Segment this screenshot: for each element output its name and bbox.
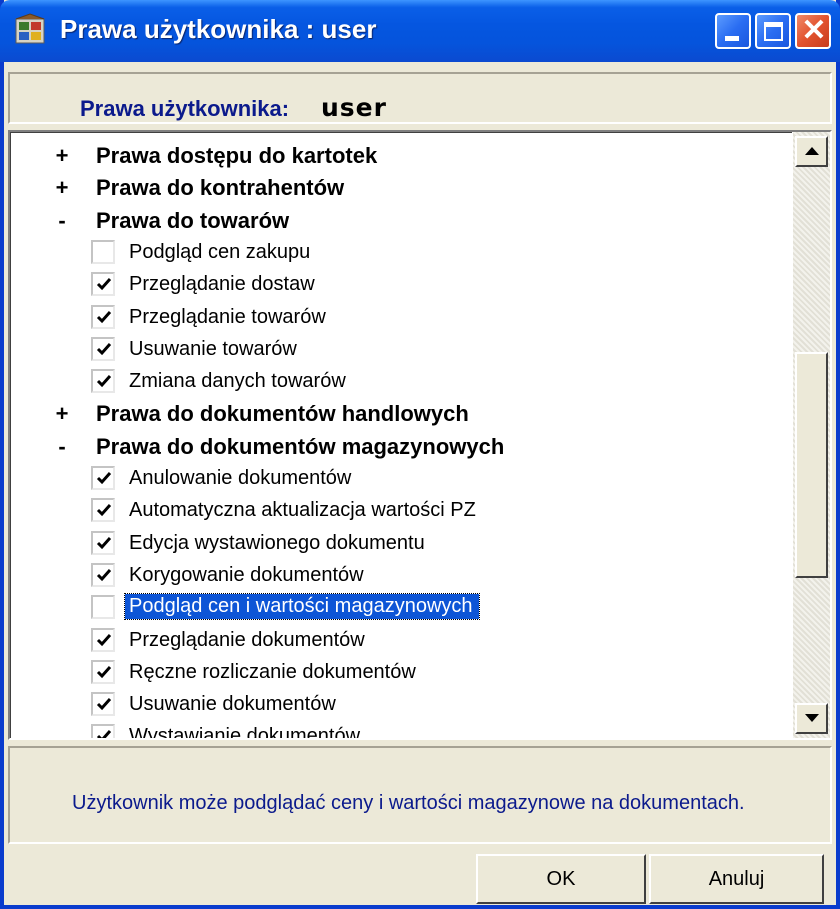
checkmark-icon [96,472,112,485]
tree-item-label: Ręczne rozliczanie dokumentów [129,660,416,683]
description-panel: Użytkownik może podglądać ceny i wartośc… [8,746,832,844]
checkmark-icon [96,536,112,549]
maximize-button[interactable] [755,13,791,49]
tree-item-row[interactable]: Przeglądanie dokumentów [11,624,791,656]
tree-group-label: Prawa dostępu do kartotek [96,143,378,168]
permission-checkbox[interactable] [91,595,115,620]
title-bar[interactable]: Prawa użytkownika : user ✕ [0,0,840,62]
tree-group-label: Prawa do dokumentów magazynowych [96,433,505,459]
scroll-thumb[interactable] [795,352,828,578]
permission-checkbox[interactable] [91,659,115,684]
close-button[interactable]: ✕ [795,13,831,49]
tree-item-label: Przeglądanie dokumentów [129,628,365,651]
user-header: Prawa użytkownika: user [8,72,832,124]
tree-item-row[interactable]: Usuwanie dokumentów [11,688,791,720]
tree-group-label: Prawa do towarów [96,207,290,233]
checkmark-icon [96,698,112,711]
tree-group-row[interactable]: + Prawa do kontrahentów [11,171,791,203]
tree-item-label: Usuwanie towarów [129,337,297,360]
header-user: user [321,93,387,122]
vertical-scrollbar[interactable] [793,132,830,738]
scroll-up-button[interactable] [795,136,828,167]
description-text: Użytkownik może podglądać ceny i wartośc… [72,792,745,814]
tree-item-label: Przeglądanie towarów [129,305,326,328]
checkmark-icon [96,633,112,646]
tree-item-label: Edycja wystawionego dokumentu [129,531,425,554]
maximize-icon [764,22,783,41]
tree-item-row[interactable]: Automatyczna aktualizacja wartości PZ [11,494,791,526]
tree-item-row[interactable]: Zmiana danych towarów [11,365,791,397]
minimize-icon [725,36,739,41]
permissions-tree: + Prawa dostępu do kartotek + Prawa do kont… [8,130,832,740]
checkmark-icon [96,278,112,291]
tree-item-label: Usuwanie dokumentów [129,693,336,716]
minimize-button[interactable] [715,13,751,49]
tree-group-row[interactable]: - Prawa do dokumentów magazynowych [11,430,791,462]
permission-checkbox[interactable] [91,466,115,490]
tree-group-label: Prawa do kontrahentów [96,175,345,201]
ok-button[interactable]: OK [476,854,646,904]
tree-item-row[interactable]: Przeglądanie towarów [11,301,791,333]
permission-checkbox[interactable] [91,562,115,587]
permission-checkbox[interactable] [91,369,115,394]
permission-checkbox[interactable] [91,627,115,652]
tree-item-label: Korygowanie dokumentów [129,563,364,586]
tree-item-row[interactable]: Korygowanie dokumentów [11,559,791,591]
tree-rows: + Prawa dostępu do kartotek + Prawa do kont… [10,132,792,738]
checkmark-icon [96,375,112,388]
scroll-down-button[interactable] [795,703,828,734]
tree-group-row[interactable]: - Prawa do towarów [11,204,791,236]
tree-item-label-selected: Podgląd cen i wartości magazynowych [124,593,480,621]
permission-checkbox[interactable] [91,692,115,717]
tree-item-label: Zmiana danych towarów [129,370,346,393]
expand-icon[interactable]: + [55,175,69,201]
permission-checkbox[interactable] [91,724,115,738]
checkmark-icon [96,504,112,517]
permission-checkbox[interactable] [91,304,115,329]
close-icon: ✕ [801,14,827,47]
arrow-down-icon [805,714,819,722]
tree-group-row[interactable]: + Prawa do dokumentów handlowych [11,397,791,429]
header-label: Prawa użytkownika: [80,96,290,121]
permission-checkbox[interactable] [91,336,115,361]
tree-item-row[interactable]: Ręczne rozliczanie dokumentów [11,656,791,688]
tree-group-label: Prawa do dokumentów handlowych [96,401,469,427]
cancel-button[interactable]: Anuluj [649,854,824,904]
tree-item-label: Automatyczna aktualizacja wartości PZ [129,499,476,522]
tree-item-label: Anulowanie dokumentów [129,467,352,489]
tree-item-row[interactable]: Podgląd cen zakupu [11,236,791,268]
expand-icon[interactable]: + [55,401,69,427]
collapse-icon[interactable]: - [55,208,69,234]
collapse-icon[interactable]: - [55,434,69,460]
permission-checkbox[interactable] [91,498,115,523]
tree-item-label: Wystawianie dokumentów [129,725,361,740]
checkmark-icon [96,342,112,355]
checkmark-icon [96,568,112,582]
permission-checkbox[interactable] [91,272,115,297]
tree-item-row[interactable]: Anulowanie dokumentów [11,462,791,494]
tree-item-label: Podgląd cen zakupu [129,240,311,263]
tree-item-row[interactable]: Edycja wystawionego dokumentu [11,527,791,559]
checkmark-icon [96,730,112,738]
tree-item-row[interactable]: Przeglądanie dostaw [11,268,791,300]
tree-item-row[interactable]: Podgląd cen i wartości magazynowych [11,591,791,623]
checkmark-icon [96,310,112,323]
tree-item-row[interactable]: Usuwanie towarów [11,333,791,365]
app-icon [15,13,45,44]
tree-group-row[interactable]: + Prawa dostępu do kartotek [11,139,791,171]
tree-item-row[interactable]: Wystawianie dokumentów [11,720,791,740]
permission-checkbox[interactable] [91,239,115,264]
tree-item-label: Przeglądanie dostaw [129,273,315,296]
arrow-up-icon [805,147,819,155]
dialog-window: Prawa użytkownika : user ✕ Prawa użytkow… [0,0,840,909]
permission-checkbox[interactable] [91,530,115,555]
expand-icon[interactable]: + [55,143,69,169]
checkmark-icon [96,665,112,678]
window-title: Prawa użytkownika : user [60,14,377,44]
